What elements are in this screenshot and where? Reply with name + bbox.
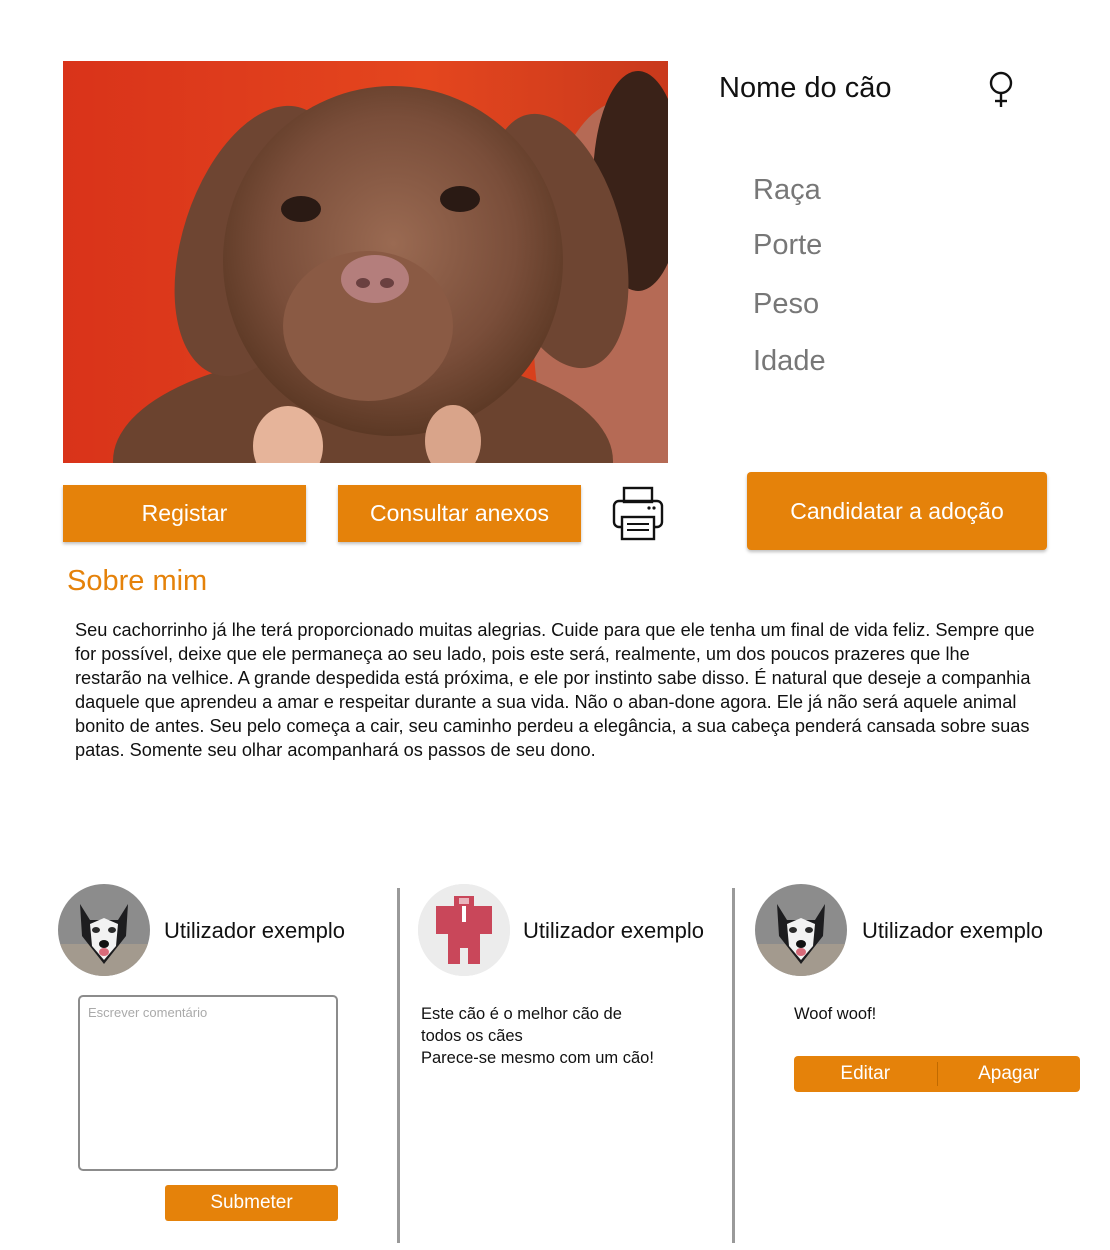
dog-photo — [63, 61, 668, 463]
comment-line: Este cão é o melhor cão de — [421, 1005, 622, 1023]
dog-name: Nome do cão — [719, 72, 892, 104]
printer-icon[interactable] — [610, 485, 666, 543]
comment-username: Utilizador exemplo — [862, 918, 1043, 943]
comment-actions: Editar Apagar — [794, 1056, 1080, 1092]
about-title: Sobre mim — [67, 565, 208, 597]
attribute-breed: Raça — [753, 174, 821, 206]
avatar — [755, 884, 847, 976]
attribute-weight: Peso — [753, 288, 820, 320]
comment-text: Woof woof! — [794, 1005, 877, 1023]
register-button[interactable]: Registar — [63, 485, 306, 542]
comment-line: todos os cães — [421, 1027, 523, 1045]
edit-comment-button[interactable]: Editar — [794, 1056, 937, 1092]
delete-comment-button[interactable]: Apagar — [938, 1056, 1081, 1092]
comment-text: Este cão é o melhor cão de todos os cães… — [421, 1003, 654, 1069]
attribute-age: Idade — [753, 345, 826, 377]
column-divider — [732, 888, 735, 1243]
column-divider — [397, 888, 400, 1243]
attribute-size: Porte — [753, 229, 823, 261]
view-attachments-button[interactable]: Consultar anexos — [338, 485, 581, 542]
apply-adoption-button[interactable]: Candidatar a adoção — [747, 472, 1047, 550]
comment-input[interactable] — [78, 995, 338, 1171]
comment-username: Utilizador exemplo — [523, 918, 704, 943]
female-icon — [984, 70, 1018, 110]
avatar — [418, 884, 510, 976]
avatar — [58, 884, 150, 976]
about-text: Seu cachorrinho já lhe terá proporcionad… — [75, 620, 1035, 760]
comment-line: Parece-se mesmo com um cão! — [421, 1049, 654, 1067]
comment-username: Utilizador exemplo — [164, 918, 345, 943]
submit-comment-button[interactable]: Submeter — [165, 1185, 338, 1221]
